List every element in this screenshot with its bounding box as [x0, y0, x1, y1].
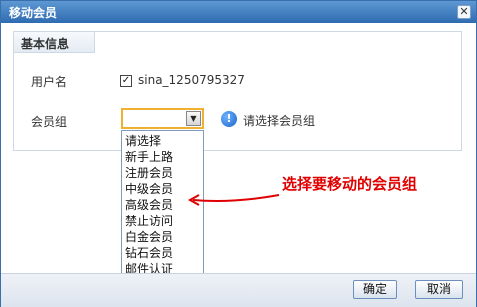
username-value: sina_1250795327 — [138, 73, 245, 87]
annotation-arrow-icon — [187, 194, 280, 206]
dropdown-option[interactable]: 钻石会员 — [122, 245, 203, 261]
username-label: 用户名 — [31, 75, 68, 89]
dialog-footer: 确定 取消 — [1, 273, 476, 307]
dropdown-option[interactable]: 白金会员 — [122, 229, 203, 245]
dialog-title: 移动会员 — [9, 6, 58, 20]
member-group-select[interactable]: ▼ — [121, 108, 204, 129]
dropdown-option[interactable]: 新手上路 — [122, 149, 203, 165]
dropdown-option[interactable]: 注册会员 — [122, 165, 203, 181]
dropdown-option[interactable]: 请选择 — [122, 133, 203, 149]
group-label: 会员组 — [31, 115, 68, 129]
dropdown-option[interactable]: 禁止访问 — [122, 213, 203, 229]
move-member-dialog: 移动会员 ✕ 基本信息 用户名 ✓ sina_1250795327 会员组 ▼ … — [0, 0, 477, 307]
close-icon[interactable]: ✕ — [457, 5, 471, 19]
username-checkbox[interactable]: ✓ — [120, 75, 132, 87]
cancel-button[interactable]: 取消 — [415, 280, 463, 299]
chevron-down-icon[interactable]: ▼ — [186, 111, 201, 126]
section-legend: 基本信息 — [13, 31, 95, 53]
dialog-titlebar: 移动会员 ✕ — [1, 1, 476, 23]
ok-button[interactable]: 确定 — [353, 280, 397, 299]
group-hint: 请选择会员组 — [243, 114, 316, 128]
info-icon: ! — [221, 111, 237, 127]
annotation-text: 选择要移动的会员组 — [282, 175, 418, 193]
